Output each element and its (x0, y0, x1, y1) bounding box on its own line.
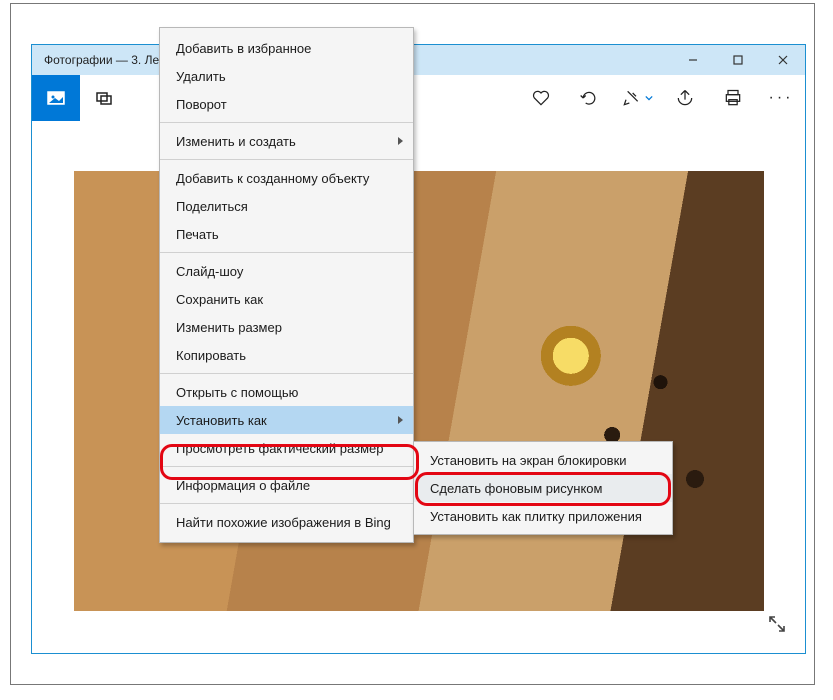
menu-find-similar[interactable]: Найти похожие изображения в Bing (160, 508, 413, 536)
window-title: Фотографии — 3. Ле (44, 53, 159, 67)
compare-button[interactable] (80, 75, 128, 121)
favorite-button[interactable] (517, 75, 565, 121)
menu-label: Информация о файле (176, 478, 310, 493)
edit-button[interactable] (613, 75, 661, 121)
menu-label: Поворот (176, 97, 227, 112)
menu-rotate[interactable]: Поворот (160, 90, 413, 118)
menu-label: Сделать фоновым рисунком (430, 481, 602, 496)
menu-label: Открыть с помощью (176, 385, 298, 400)
menu-save-as[interactable]: Сохранить как (160, 285, 413, 313)
menu-resize[interactable]: Изменить размер (160, 313, 413, 341)
menu-print[interactable]: Печать (160, 220, 413, 248)
rotate-button[interactable] (565, 75, 613, 121)
menu-add-to-object[interactable]: Добавить к созданному объекту (160, 164, 413, 192)
minimize-button[interactable] (670, 45, 715, 75)
menu-actual-size[interactable]: Просмотреть фактический размер (160, 434, 413, 462)
menu-label: Слайд-шоу (176, 264, 243, 279)
set-as-submenu: Установить на экран блокировки Сделать ф… (413, 441, 673, 535)
titlebar: Фотографии — 3. Ле (32, 45, 805, 75)
menu-edit-create[interactable]: Изменить и создать (160, 127, 413, 155)
menu-set-as[interactable]: Установить как (160, 406, 413, 434)
submenu-wallpaper[interactable]: Сделать фоновым рисунком (414, 474, 672, 502)
context-menu: Добавить в избранное Удалить Поворот Изм… (159, 27, 414, 543)
more-button[interactable]: ··· (757, 75, 805, 121)
menu-label: Добавить к созданному объекту (176, 171, 369, 186)
toolbar: ··· (32, 75, 805, 121)
menu-label: Установить как (176, 413, 267, 428)
menu-label: Печать (176, 227, 219, 242)
menu-open-with[interactable]: Открыть с помощью (160, 378, 413, 406)
canvas (32, 121, 805, 653)
menu-label: Изменить и создать (176, 134, 296, 149)
close-button[interactable] (760, 45, 805, 75)
menu-label: Копировать (176, 348, 246, 363)
collection-view-button[interactable] (32, 75, 80, 121)
menu-add-favorite[interactable]: Добавить в избранное (160, 34, 413, 62)
maximize-button[interactable] (715, 45, 760, 75)
menu-file-info[interactable]: Информация о файле (160, 471, 413, 499)
menu-delete[interactable]: Удалить (160, 62, 413, 90)
menu-share[interactable]: Поделиться (160, 192, 413, 220)
share-button[interactable] (661, 75, 709, 121)
menu-label: Удалить (176, 69, 226, 84)
menu-label: Просмотреть фактический размер (176, 441, 383, 456)
submenu-lockscreen[interactable]: Установить на экран блокировки (414, 446, 672, 474)
window-buttons (670, 45, 805, 75)
menu-label: Добавить в избранное (176, 41, 311, 56)
menu-label: Изменить размер (176, 320, 282, 335)
menu-label: Сохранить как (176, 292, 263, 307)
screenshot-stage: Фотографии — 3. Ле (10, 3, 815, 685)
menu-label: Найти похожие изображения в Bing (176, 515, 391, 530)
fullscreen-button[interactable] (767, 614, 787, 639)
photos-app-window: Фотографии — 3. Ле (31, 44, 806, 654)
menu-slideshow[interactable]: Слайд-шоу (160, 257, 413, 285)
menu-label: Установить на экран блокировки (430, 453, 627, 468)
menu-label: Поделиться (176, 199, 248, 214)
menu-copy[interactable]: Копировать (160, 341, 413, 369)
print-button[interactable] (709, 75, 757, 121)
menu-label: Установить как плитку приложения (430, 509, 642, 524)
submenu-tile[interactable]: Установить как плитку приложения (414, 502, 672, 530)
